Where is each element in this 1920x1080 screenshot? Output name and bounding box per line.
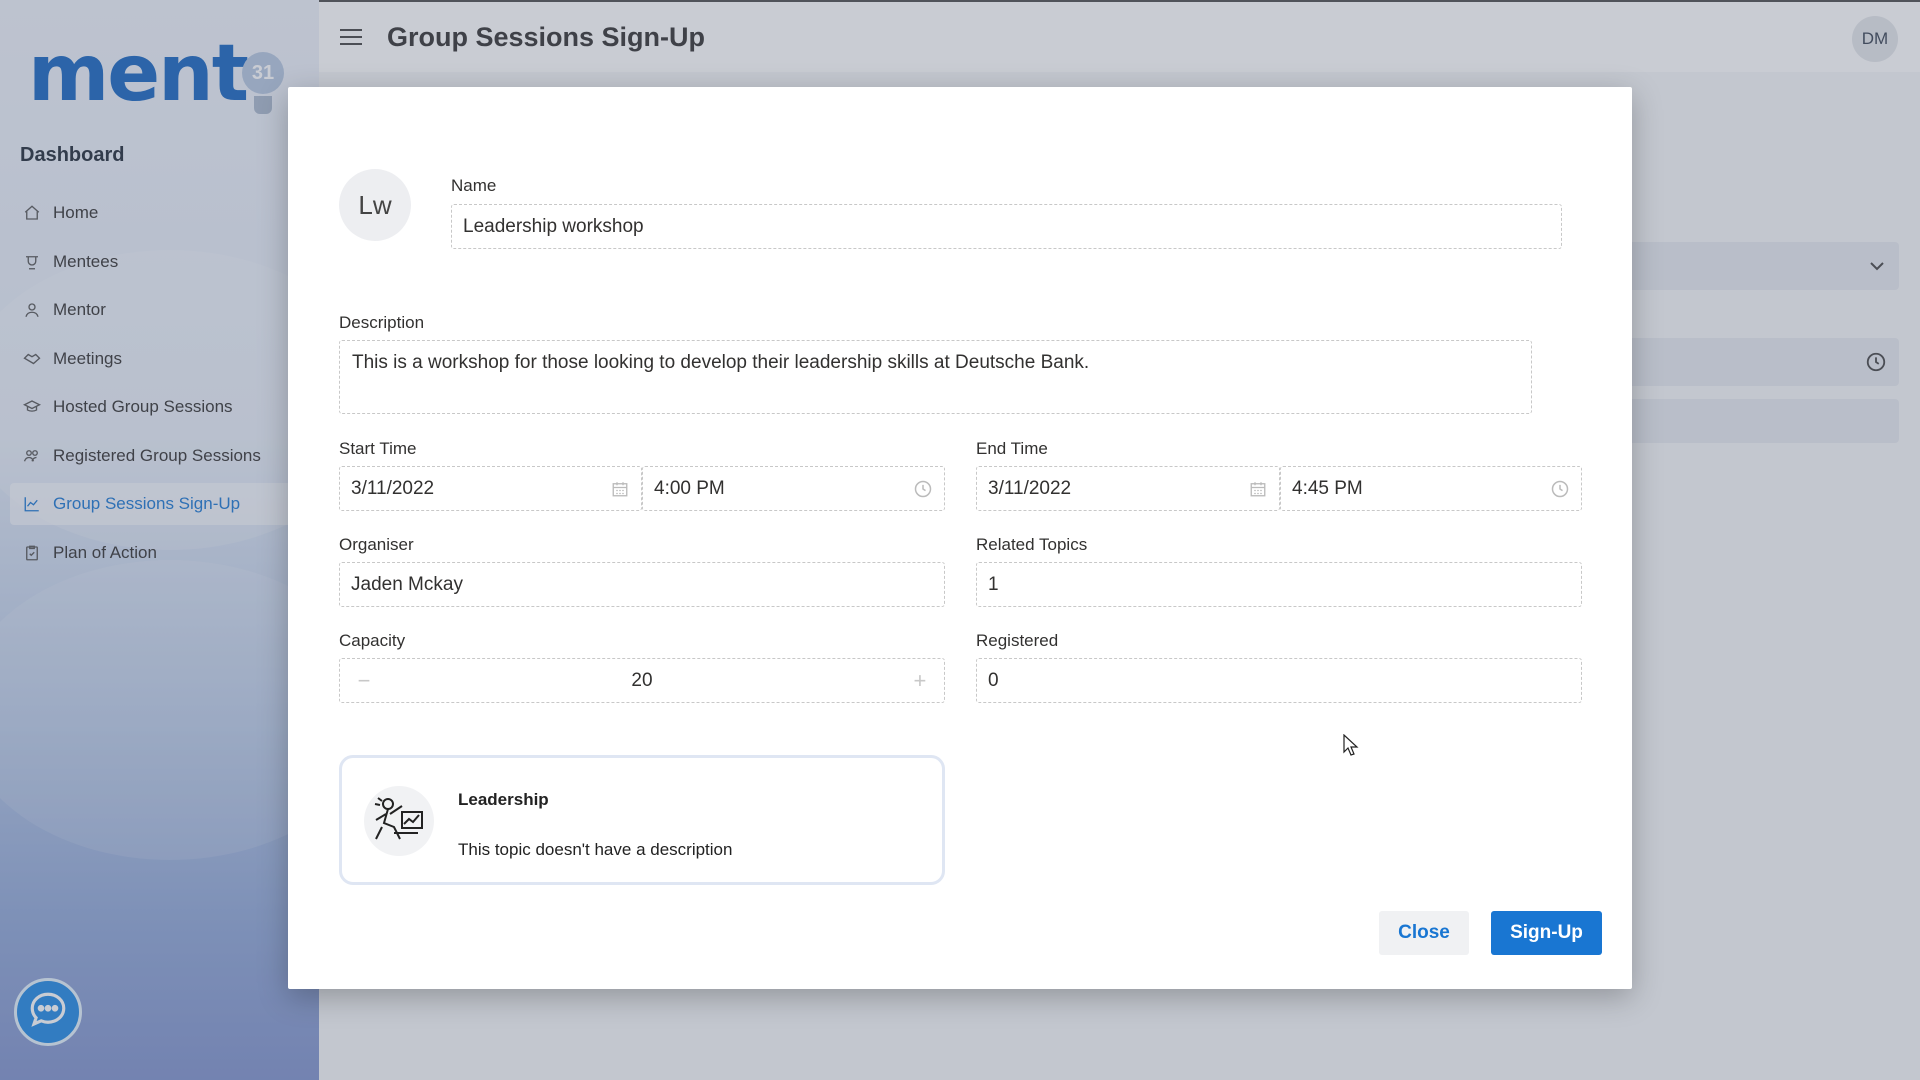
registered-field[interactable]: 0 <box>976 658 1582 703</box>
description-label: Description <box>339 313 425 332</box>
topic-title: Leadership <box>458 790 549 809</box>
end-time-picker[interactable]: 4:45 PM <box>1280 466 1582 511</box>
decrement-icon[interactable]: − <box>354 668 374 694</box>
topic-card[interactable]: Leadership This topic doesn't have a des… <box>339 755 945 885</box>
name-field[interactable]: Leadership workshop <box>451 204 1562 249</box>
calendar-icon[interactable] <box>1247 478 1269 500</box>
start-date-value: 3/11/2022 <box>351 477 435 499</box>
description-field[interactable]: This is a workshop for those looking to … <box>339 340 1532 414</box>
mouse-cursor-icon <box>1343 733 1359 761</box>
end-time-label: End Time <box>976 439 1048 458</box>
increment-icon[interactable]: + <box>910 668 930 694</box>
end-date-picker[interactable]: 3/11/2022 <box>976 466 1280 511</box>
leadership-illustration-icon <box>364 786 434 856</box>
related-topics-value: 1 <box>988 573 999 595</box>
session-avatar: Lw <box>339 169 411 241</box>
capacity-label: Capacity <box>339 631 406 650</box>
start-time-label: Start Time <box>339 439 417 458</box>
organiser-value: Jaden Mckay <box>351 573 463 595</box>
end-date-value: 3/11/2022 <box>988 477 1072 499</box>
related-topics-label: Related Topics <box>976 535 1088 554</box>
clock-icon[interactable] <box>1549 478 1571 500</box>
close-button[interactable]: Close <box>1379 911 1469 955</box>
related-topics-field[interactable]: 1 <box>976 562 1582 607</box>
start-time-picker[interactable]: 4:00 PM <box>642 466 945 511</box>
registered-label: Registered <box>976 631 1059 650</box>
organiser-label: Organiser <box>339 535 414 554</box>
sign-up-button[interactable]: Sign-Up <box>1491 911 1602 955</box>
start-time-value: 4:00 PM <box>654 477 725 499</box>
end-time-value: 4:45 PM <box>1292 477 1363 499</box>
calendar-icon[interactable] <box>609 478 631 500</box>
start-date-picker[interactable]: 3/11/2022 <box>339 466 642 511</box>
description-value: This is a workshop for those looking to … <box>352 352 1090 373</box>
registered-value: 0 <box>988 669 999 691</box>
clock-icon[interactable] <box>912 478 934 500</box>
capacity-stepper[interactable]: − 20 + <box>339 658 945 703</box>
name-label: Name <box>451 176 497 195</box>
capacity-value: 20 <box>631 669 653 691</box>
topic-description: This topic doesn't have a description <box>458 840 733 859</box>
organiser-field[interactable]: Jaden Mckay <box>339 562 945 607</box>
session-signup-dialog: Lw Name Leadership workshop Description … <box>288 87 1632 989</box>
name-value: Leadership workshop <box>463 215 644 237</box>
